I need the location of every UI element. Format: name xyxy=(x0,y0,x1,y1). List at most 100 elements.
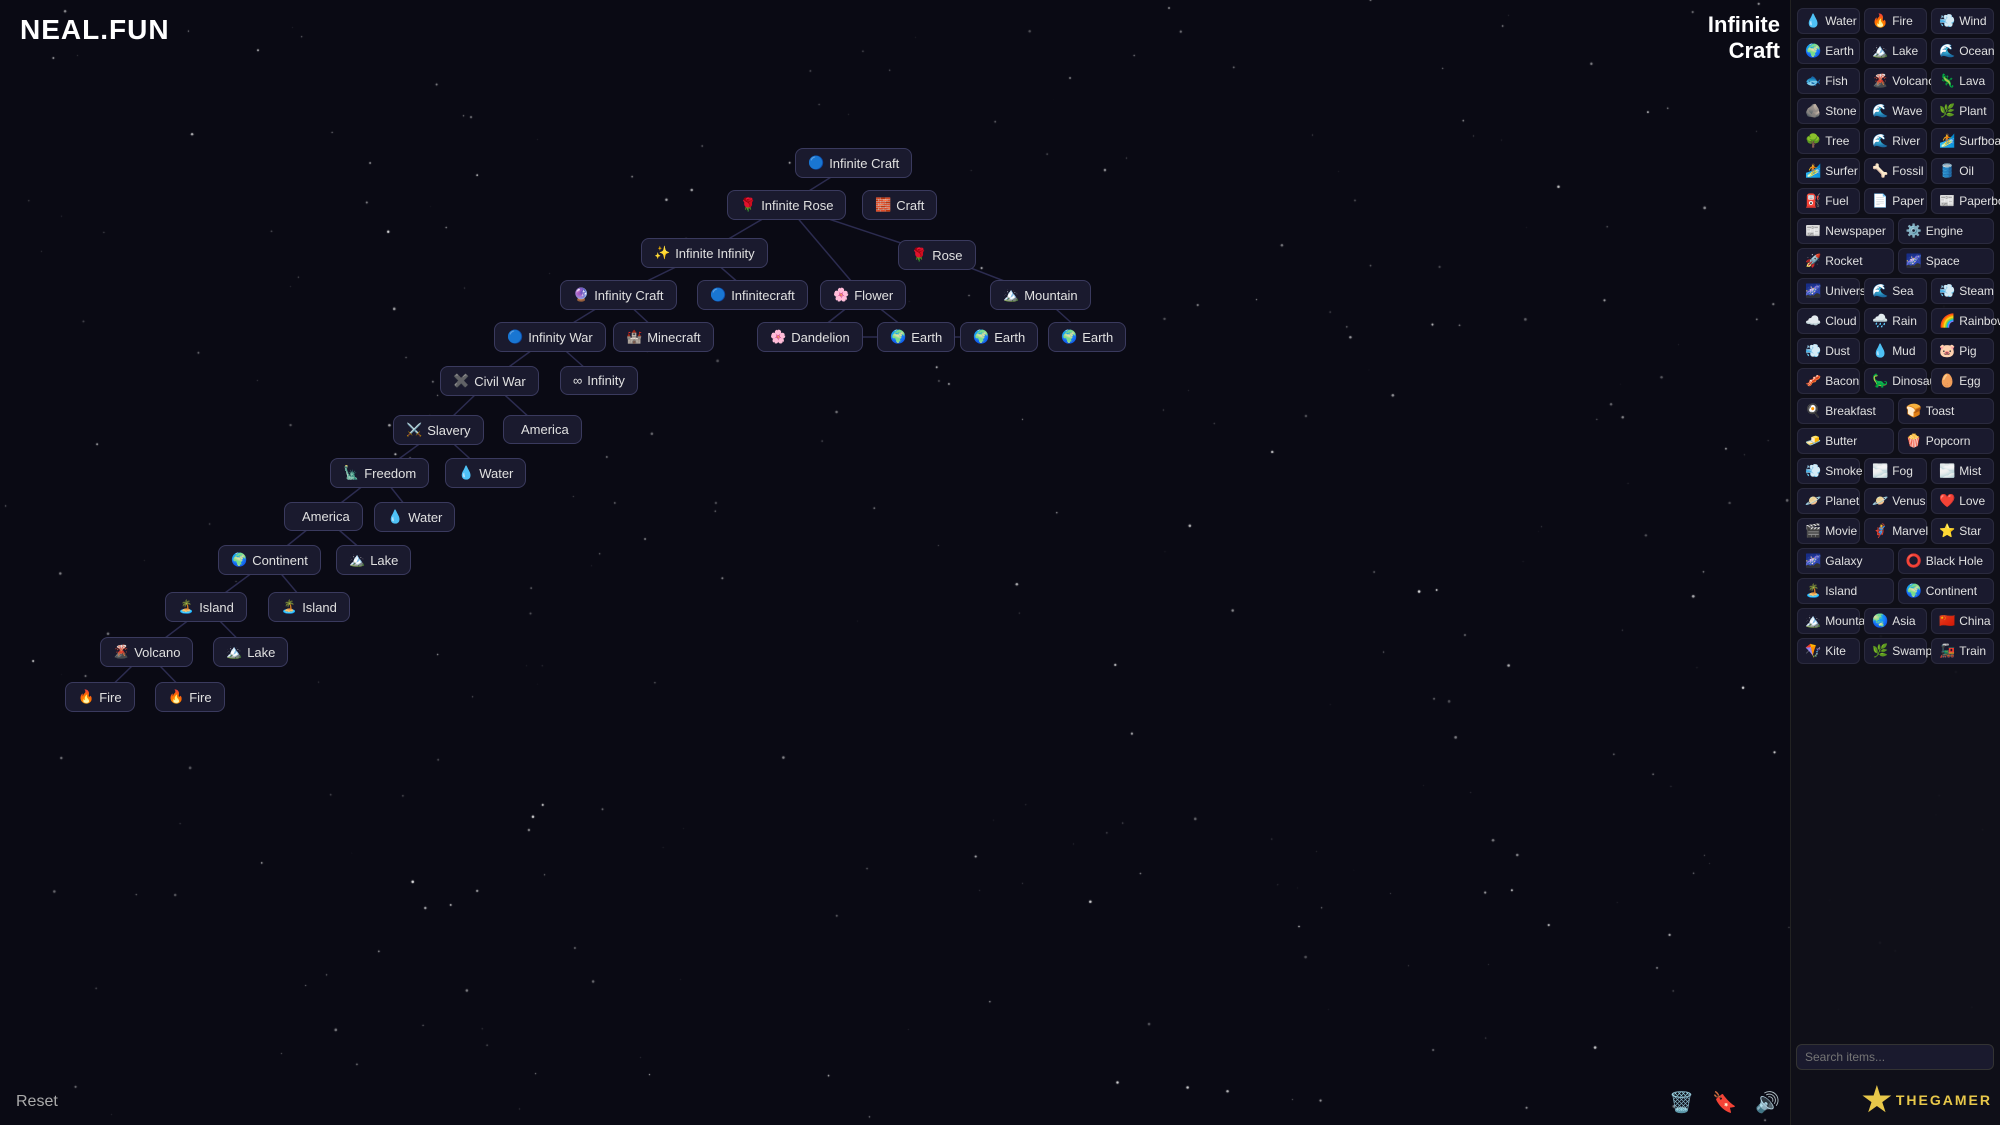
sidebar-item[interactable]: 🌌Galaxy xyxy=(1797,548,1894,574)
craft-node[interactable]: 🌍Earth xyxy=(1048,322,1126,352)
search-input[interactable] xyxy=(1796,1044,1994,1070)
sidebar-item[interactable]: 🌊River xyxy=(1864,128,1927,154)
sidebar-item[interactable]: 🌊Sea xyxy=(1864,278,1927,304)
sidebar-item[interactable]: 🌿Plant xyxy=(1931,98,1994,124)
craft-node[interactable]: 🌍Earth xyxy=(877,322,955,352)
sidebar-item[interactable]: 🌋Volcano xyxy=(1864,68,1927,94)
sidebar-item[interactable]: 🔥Fire xyxy=(1864,8,1927,34)
craft-node[interactable]: 💧Water xyxy=(374,502,455,532)
craft-node[interactable]: 💧Water xyxy=(445,458,526,488)
craft-node[interactable]: 🔵Infinity War xyxy=(494,322,606,352)
sidebar-item[interactable]: 🚀Rocket xyxy=(1797,248,1894,274)
sidebar-item[interactable]: 🥚Egg xyxy=(1931,368,1994,394)
sidebar-item[interactable]: 🏄Surfer xyxy=(1797,158,1860,184)
sidebar-item[interactable]: 🌌Space xyxy=(1898,248,1995,274)
sidebar-item[interactable]: 💨Wind xyxy=(1931,8,1994,34)
sidebar-item[interactable]: 🌈Rainbow xyxy=(1931,308,1994,334)
craft-node[interactable]: 🏔️Lake xyxy=(336,545,411,575)
sidebar-item[interactable]: 🪁Kite xyxy=(1797,638,1860,664)
sidebar-item[interactable]: 🏝️Island xyxy=(1797,578,1894,604)
sidebar-item[interactable]: 🍞Toast xyxy=(1898,398,1995,424)
sidebar-item[interactable]: 🍿Popcorn xyxy=(1898,428,1995,454)
craft-node[interactable]: ⚔️Slavery xyxy=(393,415,484,445)
craft-canvas[interactable]: 🔥Fire 🔥Fire 🌋Volcano 🏔️Lake 🏝️Island 🏝️Island… xyxy=(0,0,1790,1125)
bookmark-icon[interactable]: 🔖 xyxy=(1712,1090,1737,1115)
craft-node[interactable]: 🗽Freedom xyxy=(330,458,429,488)
sidebar-item[interactable]: ⭕Black Hole xyxy=(1898,548,1995,574)
sidebar-item[interactable]: ⛽Fuel xyxy=(1797,188,1860,214)
sidebar-item[interactable]: 🌫️Mist xyxy=(1931,458,1994,484)
craft-node[interactable]: 🌸Flower xyxy=(820,280,906,310)
craft-node[interactable]: 🔥Fire xyxy=(155,682,225,712)
sidebar-item[interactable]: 🐟Fish xyxy=(1797,68,1860,94)
craft-node[interactable]: 🏔️Lake xyxy=(213,637,288,667)
craft-node[interactable]: 🌋Volcano xyxy=(100,637,193,667)
sidebar-item[interactable]: 🌫️Fog xyxy=(1864,458,1927,484)
craft-node[interactable]: ✨Infinite Infinity xyxy=(641,238,768,268)
craft-node[interactable]: 🌹Infinite Rose xyxy=(727,190,846,220)
sidebar-item[interactable]: ⚙️Engine xyxy=(1898,218,1995,244)
sidebar-item[interactable]: 💨Dust xyxy=(1797,338,1860,364)
sidebar[interactable]: 💧Water🔥Fire💨Wind 🌍Earth🏔️Lake🌊Ocean 🐟Fish🌋… xyxy=(1790,0,2000,1125)
sidebar-item[interactable]: 💨Steam xyxy=(1931,278,1994,304)
craft-node[interactable]: 🏰Minecraft xyxy=(613,322,714,352)
sidebar-item[interactable]: 🌧️Rain xyxy=(1864,308,1927,334)
sidebar-item[interactable]: 📰Paperboy xyxy=(1931,188,1994,214)
sidebar-item[interactable]: ☁️Cloud xyxy=(1797,308,1860,334)
craft-node[interactable]: ✖️Civil War xyxy=(440,366,539,396)
sidebar-item[interactable]: 🌿Swamp xyxy=(1864,638,1927,664)
craft-node[interactable]: 🔵Infinitecraft xyxy=(697,280,808,310)
search-container[interactable] xyxy=(1796,1044,1994,1070)
sidebar-item[interactable]: 🌍Continent xyxy=(1898,578,1995,604)
craft-node[interactable]: 🌍Earth xyxy=(960,322,1038,352)
sidebar-item[interactable]: 🌌Universe xyxy=(1797,278,1860,304)
volume-icon[interactable]: 🔊 xyxy=(1755,1090,1780,1115)
sidebar-item[interactable]: 📰Newspaper xyxy=(1797,218,1894,244)
sidebar-item[interactable]: ⭐Star xyxy=(1931,518,1994,544)
sidebar-item[interactable]: 🪐Planet xyxy=(1797,488,1860,514)
sidebar-item[interactable]: 🦸Marvel xyxy=(1864,518,1927,544)
craft-node[interactable]: 🧱Craft xyxy=(862,190,937,220)
sidebar-item[interactable]: 🏔️Mountain xyxy=(1797,608,1860,634)
craft-node[interactable]: 🏝️Island xyxy=(165,592,247,622)
sidebar-item[interactable]: 🦎Lava xyxy=(1931,68,1994,94)
sidebar-item[interactable]: 🐷Pig xyxy=(1931,338,1994,364)
sidebar-item[interactable]: 🪨Stone xyxy=(1797,98,1860,124)
craft-node[interactable]: 🔮Infinity Craft xyxy=(560,280,677,310)
sidebar-item[interactable]: 🦴Fossil xyxy=(1864,158,1927,184)
craft-node[interactable]: ∞Infinity xyxy=(560,366,638,395)
sidebar-item[interactable]: 🏔️Lake xyxy=(1864,38,1927,64)
reset-button[interactable]: Reset xyxy=(16,1093,58,1111)
sidebar-item[interactable]: 🇨🇳China xyxy=(1931,608,1994,634)
sidebar-item[interactable]: 💧Mud xyxy=(1864,338,1927,364)
sidebar-item[interactable]: 🧈Butter xyxy=(1797,428,1894,454)
sidebar-item[interactable]: 🎬Movie xyxy=(1797,518,1860,544)
sidebar-item[interactable]: 🪐Venus xyxy=(1864,488,1927,514)
craft-node[interactable]: America xyxy=(284,502,363,531)
sidebar-item[interactable]: 💨Smoke xyxy=(1797,458,1860,484)
sidebar-item[interactable]: 💧Water xyxy=(1797,8,1860,34)
craft-node[interactable]: 🌸Dandelion xyxy=(757,322,863,352)
craft-node[interactable]: 🏔️Mountain xyxy=(990,280,1091,310)
sidebar-item[interactable]: 🌏Asia xyxy=(1864,608,1927,634)
sidebar-item[interactable]: 🏄Surfboard xyxy=(1931,128,1994,154)
sidebar-item[interactable]: 🦕Dinosaur xyxy=(1864,368,1927,394)
sidebar-item[interactable]: 🛢️Oil xyxy=(1931,158,1994,184)
craft-node[interactable]: 🌹Rose xyxy=(898,240,976,270)
sidebar-item[interactable]: 🌳Tree xyxy=(1797,128,1860,154)
sidebar-item[interactable]: 🌍Earth xyxy=(1797,38,1860,64)
sidebar-item[interactable]: 🥓Bacon xyxy=(1797,368,1860,394)
craft-node[interactable]: America xyxy=(503,415,582,444)
craft-node[interactable]: 🌍Continent xyxy=(218,545,321,575)
sidebar-item[interactable]: ❤️Love xyxy=(1931,488,1994,514)
craft-node[interactable]: 🔥Fire xyxy=(65,682,135,712)
sidebar-item[interactable]: 🚂Train xyxy=(1931,638,1994,664)
sidebar-item[interactable]: 🌊Wave xyxy=(1864,98,1927,124)
sidebar-item[interactable]: 🌊Ocean xyxy=(1931,38,1994,64)
craft-node[interactable]: 🏝️Island xyxy=(268,592,350,622)
craft-node[interactable]: 🔵Infinite Craft xyxy=(795,148,912,178)
sidebar-item[interactable]: 📄Paper xyxy=(1864,188,1927,214)
sidebar-item[interactable]: 🍳Breakfast xyxy=(1797,398,1894,424)
item-label: Kite xyxy=(1825,644,1846,658)
trash-icon[interactable]: 🗑️ xyxy=(1669,1090,1694,1115)
